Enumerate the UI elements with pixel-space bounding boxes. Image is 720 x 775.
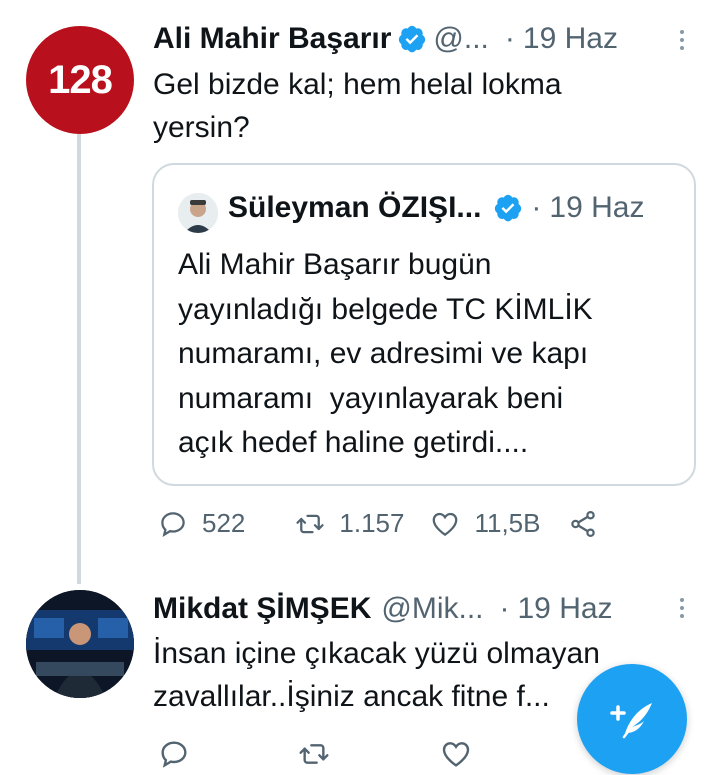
separator-dot: · [531,191,542,224]
quoted-text: Ali Mahir Başarır bugün yayınladığı belg… [178,248,593,459]
compose-tweet-button[interactable] [577,664,687,774]
retweet-icon [299,744,329,764]
reply-icon [161,511,185,537]
tweet-text: İnsan içine çıkacak yüzü olmayan zavallı… [153,637,600,713]
retweet-button[interactable] [298,738,330,775]
tweet-header: Mikdat ŞİMŞEK @Mik... · 19 Haz [153,592,613,626]
like-icon [433,512,458,536]
retweet-icon [296,514,325,533]
tweet-date[interactable]: 19 Haz [523,22,618,56]
quoted-date: 19 Haz [549,191,645,224]
more-icon[interactable] [672,26,692,56]
author-handle[interactable]: @... [433,22,488,56]
quoted-author-name: Süleyman ÖZIŞI... [228,191,482,224]
more-icon[interactable] [672,594,692,624]
share-button[interactable] [568,509,598,539]
separator-dot: · [499,592,510,625]
quoted-header: Süleyman ÖZIŞI... · 19 Haz [228,191,644,225]
reply-button[interactable] [158,738,190,775]
avatar[interactable]: 128 [26,26,134,134]
retweet-count: 1.157 [339,508,405,538]
share-icon [571,510,596,537]
verified-icon [399,25,426,53]
like-count: 11,5B [474,508,541,538]
thread-connector-line [77,134,81,584]
avatar[interactable] [26,590,134,698]
quoted-avatar [178,193,218,233]
author-name[interactable]: Mikdat ŞİMŞEK [153,592,371,626]
tweet-header: Ali Mahir Başarır @... · 19 Haz [153,22,618,56]
reply-button[interactable]: 522 [158,508,245,539]
retweet-button[interactable]: 1.157 [295,508,404,539]
like-button[interactable]: 11,5B [430,508,540,539]
tweet-actions: 522 1.157 11,5B [158,508,628,539]
like-icon [442,742,470,767]
quoted-tweet-card[interactable]: Süleyman ÖZIŞI... · 19 Haz Ali Mahir Baş… [152,163,696,486]
verified-icon [495,194,522,222]
compose-icon [610,703,652,739]
author-name[interactable]: Ali Mahir Başarır [153,22,391,56]
reply-count: 522 [202,508,246,538]
avatar-photo [26,590,134,698]
tweet-date[interactable]: 19 Haz [518,592,613,626]
tweet-actions [158,738,638,772]
tweet-text: Gel bizde kal; hem helal lokma yersin? [153,68,562,144]
separator-dot: · [504,22,515,55]
author-handle[interactable]: @Mik... [381,592,483,626]
avatar-badge-number: 128 [48,57,113,102]
like-button[interactable] [440,738,472,775]
reply-icon [161,741,187,768]
